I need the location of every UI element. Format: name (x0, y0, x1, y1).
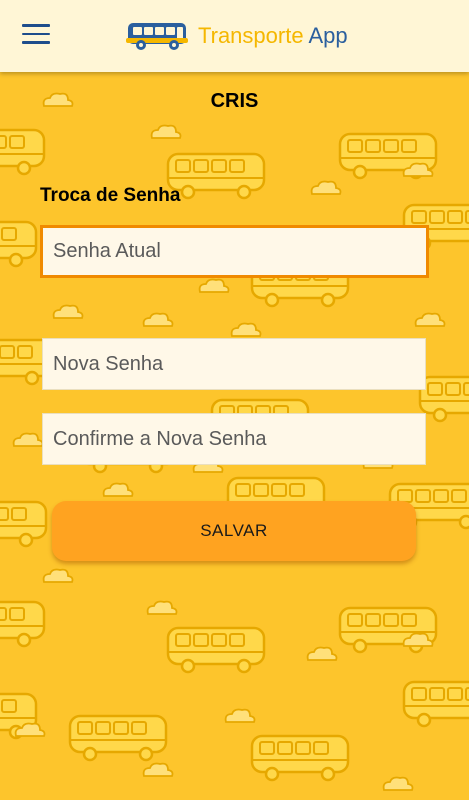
current-password-field[interactable] (40, 225, 429, 278)
logo-word-app: App (308, 23, 348, 48)
menu-icon[interactable] (22, 24, 50, 48)
app-header: Transporte App (0, 0, 469, 72)
new-password-input[interactable] (43, 339, 425, 389)
app-logo: Transporte App (126, 16, 348, 56)
user-name: CRIS (210, 90, 259, 112)
logo-word-transporte: Transporte (198, 23, 304, 48)
new-password-field[interactable] (42, 338, 426, 390)
bus-logo-icon (126, 23, 188, 50)
save-button[interactable]: SALVAR (52, 501, 416, 561)
form-title: Troca de Senha (40, 185, 181, 206)
confirm-password-input[interactable] (43, 414, 425, 464)
confirm-password-field[interactable] (42, 413, 426, 465)
app-logo-text: Transporte App (198, 23, 348, 49)
current-password-input[interactable] (43, 228, 426, 275)
